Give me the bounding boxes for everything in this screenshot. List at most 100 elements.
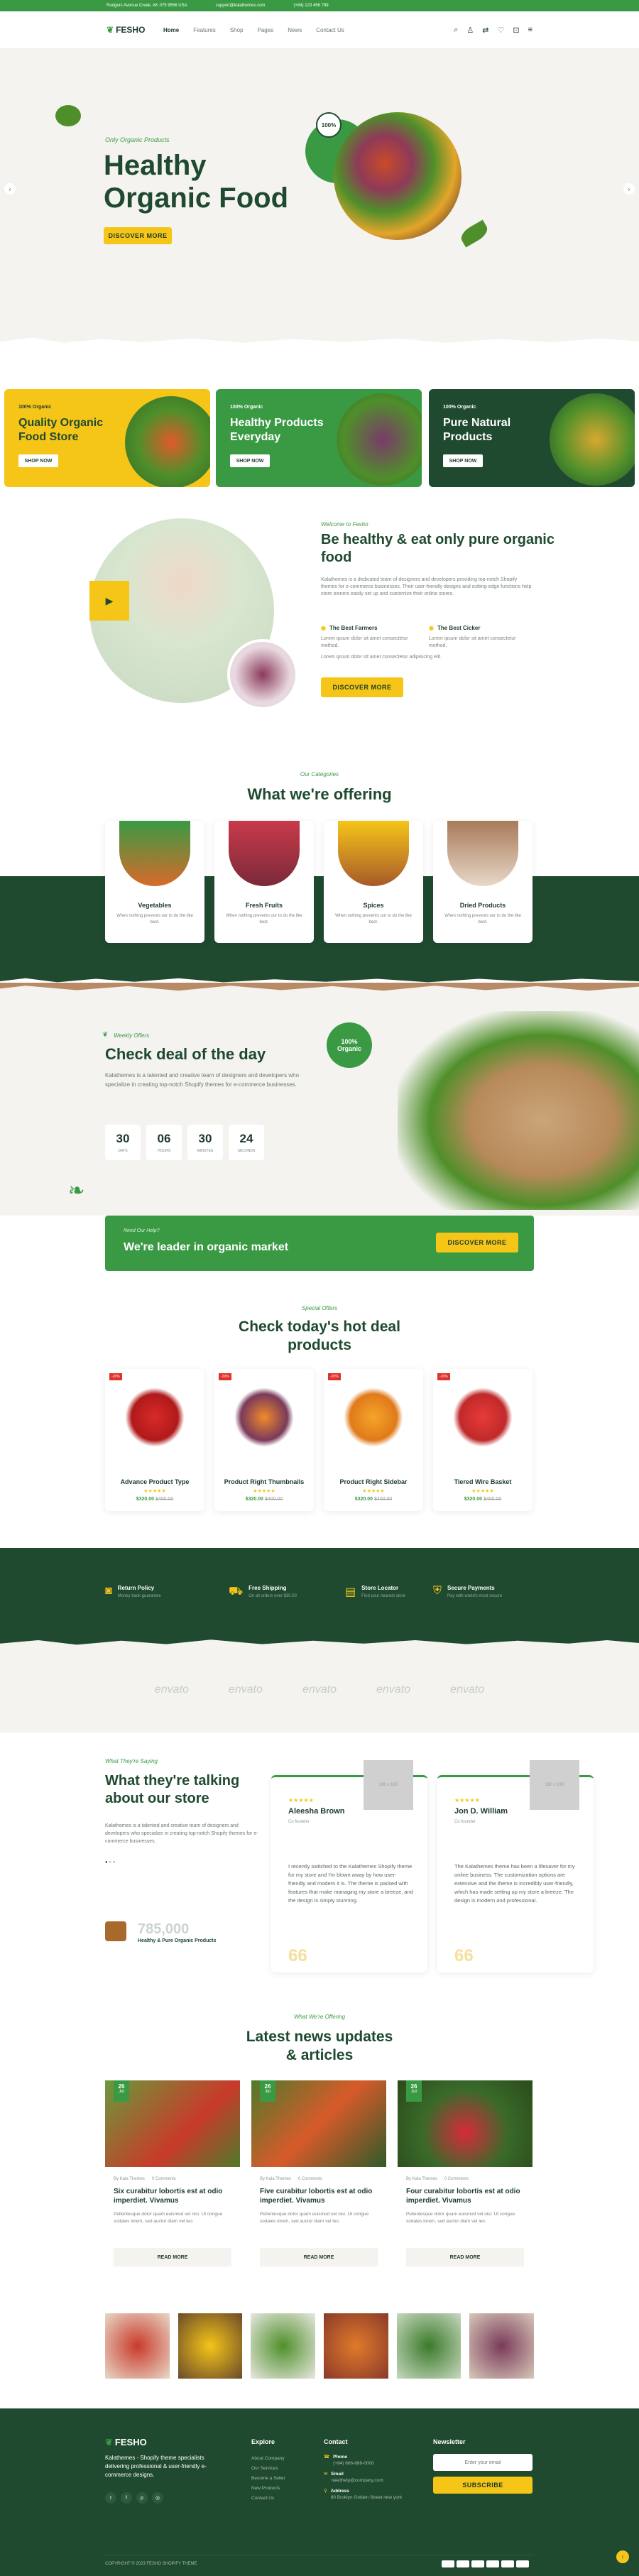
subscribe-button[interactable]: SUBSCRIBE [433, 2477, 532, 2494]
category-card[interactable]: Fresh Fruits When nothing prevents our t… [214, 821, 314, 943]
instagram-icon[interactable]: ◎ [152, 2492, 163, 2504]
hero-discover-button[interactable]: DISCOVER MORE [104, 227, 172, 244]
reviewer-photo: 190 x 190 [364, 1760, 413, 1810]
pinterest-icon[interactable]: p [136, 2492, 148, 2504]
gallery-image[interactable] [251, 2313, 316, 2379]
news-title[interactable]: Four curabitur lobortis est at odio impe… [406, 2187, 527, 2205]
review-card: 190 x 190 ★★★★★ Jon D. William Co founde… [437, 1760, 594, 1972]
topbar-email[interactable]: support@kalathemes.com [216, 4, 266, 8]
promo-banner-1[interactable]: 100% Organic Quality Organic Food Store … [4, 389, 210, 487]
promo-banner-3[interactable]: 100% Organic Pure Natural Products SHOP … [429, 389, 635, 487]
footer-phone[interactable]: (+84) 666-888-0000 [333, 2460, 374, 2467]
footer-logo[interactable]: ❦ FESHO [105, 2437, 147, 2448]
nav-contact[interactable]: Contact Us [316, 27, 344, 33]
category-desc: When nothing prevents our to do the like… [335, 914, 412, 924]
menu-icon[interactable]: ≡ [528, 26, 532, 35]
footer-explore-title: Explore [251, 2438, 275, 2445]
brand-logo[interactable]: envato [229, 1683, 263, 1696]
feature-payments: ⛨ Secure Payments Pay with world's most s… [433, 1585, 503, 1598]
nav-pages[interactable]: Pages [258, 27, 274, 33]
product-price: $320.00 $400.00 [354, 1497, 393, 1502]
product-card[interactable]: -20% Advance Product Type ★★★★★ $320.00 … [105, 1369, 204, 1511]
compare-icon[interactable]: ⇄ [482, 26, 488, 35]
read-more-button[interactable]: READ MORE [114, 2248, 231, 2266]
nav-features[interactable]: Features [193, 27, 216, 33]
nav-home[interactable]: Home [163, 27, 179, 33]
brand-logo[interactable]: envato [450, 1683, 484, 1696]
promo-shop-button[interactable]: SHOP NOW [18, 454, 58, 467]
scroll-top-button[interactable]: ↑ [616, 2550, 629, 2563]
news-card[interactable]: 26 Jul By Kala Themes 0 Comments Five cura… [251, 2080, 386, 2286]
quote-icon: 66 [454, 1946, 474, 1965]
read-more-button[interactable]: READ MORE [260, 2248, 378, 2266]
category-desc: When nothing prevents our to do the like… [444, 914, 521, 924]
gallery-image[interactable] [105, 2313, 170, 2379]
user-icon[interactable]: ♙ [466, 26, 474, 35]
leader-discover-button[interactable]: DISCOVER MORE [436, 1233, 518, 1252]
news-title[interactable]: Five curabitur lobortis est at odio impe… [260, 2187, 381, 2205]
category-image [447, 821, 518, 886]
hero-badge: 100% [316, 112, 342, 138]
video-play-button[interactable]: ▶ [89, 581, 129, 621]
about-feature-2: ◉ The Best Cicker Lorem ipsum dolor sit a… [429, 625, 516, 648]
category-card[interactable]: Dried Products When nothing prevents our… [433, 821, 532, 943]
footer-link[interactable]: Our Services [251, 2464, 285, 2474]
hotdeal-title: Check today's hot deal products [239, 1319, 400, 1353]
topbar-phone[interactable]: (+84) 123 456 789 [293, 4, 328, 8]
leader-banner: Need Our Help? We're leader in organic m… [105, 1216, 534, 1271]
promo-shop-button[interactable]: SHOP NOW [230, 454, 270, 467]
news-body: Pellentesque dolor quam euismod vel nisi… [260, 2212, 369, 2224]
product-card[interactable]: -20% Product Right Thumbnails ★★★★★ $320… [214, 1369, 314, 1511]
category-name: Dried Products [459, 902, 506, 909]
gallery-image[interactable] [178, 2313, 243, 2379]
hero-eyebrow: Only Organic Products [105, 136, 170, 143]
card-icon [516, 2560, 529, 2567]
footer-link[interactable]: Become a Seller [251, 2474, 285, 2484]
promo-shop-button[interactable]: SHOP NOW [443, 454, 483, 467]
product-card[interactable]: -20% Product Right Sidebar ★★★★★ $320.00… [324, 1369, 423, 1511]
slider-next-button[interactable]: › [623, 183, 635, 195]
promo-cabbage-image [337, 393, 422, 486]
category-card[interactable]: Spices When nothing prevents our to do t… [324, 821, 423, 943]
leaf-image [458, 219, 491, 248]
product-card[interactable]: -20% Tiered Wire Basket ★★★★★ $320.00 $4… [433, 1369, 532, 1511]
news-card[interactable]: 26 Jul By Kala Themes 0 Comments Four cura… [398, 2080, 532, 2286]
footer: ❦ FESHO Kalathemes - Shopify theme specia… [0, 2408, 639, 2576]
nav-shop[interactable]: Shop [230, 27, 244, 33]
slider-prev-button[interactable]: ‹ [4, 183, 16, 195]
search-icon[interactable]: ⌕ [454, 26, 458, 35]
promo-tag: 100% Organic [230, 405, 263, 410]
testimonial-dots[interactable]: ● ○ ○ [105, 1860, 115, 1865]
category-card[interactable]: Vegetables When nothing prevents our to … [105, 821, 204, 943]
gallery-image[interactable] [324, 2313, 388, 2379]
footer-email[interactable]: needhelp@company.com [331, 2477, 383, 2484]
category-desc: When nothing prevents our to do the like… [116, 914, 193, 924]
logo[interactable]: ❦ FESHO [106, 25, 156, 35]
brand-logo[interactable]: envato [302, 1683, 337, 1696]
gallery-image[interactable] [469, 2313, 535, 2379]
footer-link[interactable]: Contact Us [251, 2494, 285, 2504]
visa-icon [442, 2560, 454, 2567]
promo-banner-2[interactable]: 100% Organic Healthy Products Everyday S… [216, 389, 422, 487]
brand-logo[interactable]: envato [155, 1683, 189, 1696]
quote-icon: 66 [288, 1946, 307, 1965]
read-more-button[interactable]: READ MORE [406, 2248, 524, 2266]
nav-news[interactable]: News [288, 27, 302, 33]
gallery-image[interactable] [396, 2313, 462, 2379]
about-discover-button[interactable]: DISCOVER MORE [321, 677, 403, 697]
promo-title: Pure Natural Products [443, 417, 511, 443]
date-badge: 26 Jul [406, 2080, 422, 2102]
news-title[interactable]: Six curabitur lobortis est at odio imper… [114, 2187, 234, 2205]
cart-icon[interactable]: ⊡ [513, 26, 519, 35]
wishlist-icon[interactable]: ♡ [497, 26, 504, 35]
brand-logo[interactable]: envato [376, 1683, 410, 1696]
newsletter-email-input[interactable] [433, 2454, 532, 2471]
twitter-icon[interactable]: t [105, 2492, 116, 2504]
news-card[interactable]: 26 Jul By Kala Themes 0 Comments Six curab… [105, 2080, 240, 2286]
deal-eyebrow: Weekly Offers [114, 1032, 150, 1039]
footer-link[interactable]: New Products [251, 2484, 285, 2494]
footer-link[interactable]: About Company [251, 2454, 285, 2464]
facebook-icon[interactable]: f [121, 2492, 132, 2504]
leaf-logo-icon: ❦ [105, 2437, 113, 2447]
hero-section: ‹ › Only Organic Products Healthy Organic… [0, 48, 639, 348]
